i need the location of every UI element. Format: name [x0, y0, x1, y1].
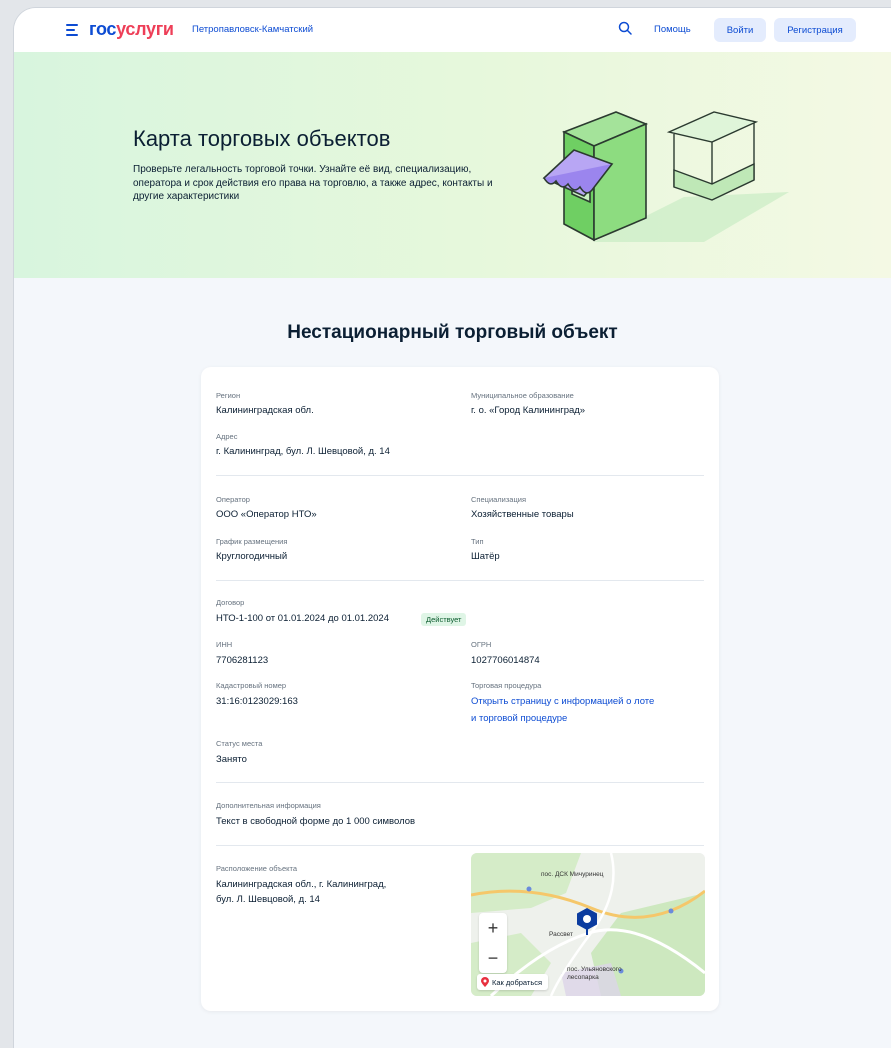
login-button[interactable]: Войти: [714, 18, 766, 42]
operator-value: ООО «Оператор НТО»: [216, 509, 317, 520]
divider: [216, 845, 704, 846]
site-header: госуслуги Петропавловск-Камчатский Помощ…: [14, 8, 891, 53]
contract-status-badge: Действует: [421, 613, 467, 626]
route-label: Как добраться: [492, 977, 543, 987]
specialization-value: Хозяйственные товары: [471, 509, 574, 520]
logo-part-2: услуги: [116, 19, 174, 39]
type-value: Шатёр: [471, 551, 500, 562]
register-button[interactable]: Регистрация: [774, 18, 856, 42]
ogrn-value: 1027706014874: [471, 655, 540, 666]
cadastral-label: Кадастровый номер: [216, 681, 287, 690]
map-marker-icon: [481, 977, 489, 987]
contract-label: Договор: [216, 598, 245, 607]
zoom-in-button[interactable]: +: [479, 913, 507, 943]
location-value-line2: бул. Л. Шевцовой, д. 14: [216, 894, 320, 905]
route-button[interactable]: Как добраться: [477, 974, 549, 990]
type-label: Тип: [471, 537, 484, 546]
divider: [216, 782, 704, 783]
ogrn-label: ОГРН: [471, 640, 492, 649]
hero-description: Проверьте легальность торговой точки. Уз…: [133, 164, 493, 202]
page-title: Нестационарный торговый объект: [287, 322, 618, 343]
logo-part-1: гос: [89, 19, 117, 39]
region-value: Калининградская обл.: [216, 405, 314, 416]
city-selector[interactable]: Петропавловск-Камчатский: [192, 24, 313, 35]
procedure-link-line1[interactable]: Открыть страницу с информацией о лоте: [471, 694, 654, 709]
kiosk-illustration: [542, 111, 789, 242]
search-icon[interactable]: [618, 21, 632, 35]
region-label: Регион: [216, 391, 241, 400]
object-info-card: Регион Калининградская обл. Муниципально…: [201, 367, 719, 1011]
hero-banner: Карта торговых объектов Проверьте легаль…: [14, 52, 891, 278]
municipality-label: Муниципальное образование: [471, 391, 574, 400]
address-value: г. Калининград, бул. Л. Шевцовой, д. 14: [216, 446, 390, 457]
schedule-label: График размещения: [216, 537, 288, 546]
map-zoom-control: + −: [479, 913, 507, 973]
operator-label: Оператор: [216, 495, 250, 504]
extra-info-label: Дополнительная информация: [216, 801, 321, 810]
gosuslugi-logo[interactable]: госуслуги: [89, 19, 174, 40]
browser-page: госуслуги Петропавловск-Камчатский Помощ…: [14, 8, 891, 1048]
map-label: пос. Ульяновского лесопарка: [567, 966, 622, 981]
address-label: Адрес: [216, 432, 238, 441]
location-map[interactable]: пос. ДСК Мичуринец Рассвет пос. Ульяновс…: [471, 853, 705, 996]
hero-title: Карта торговых объектов: [133, 126, 391, 151]
divider: [216, 475, 704, 476]
divider: [216, 580, 704, 581]
inn-value: 7706281123: [216, 655, 269, 666]
location-label: Расположение объекта: [216, 864, 298, 873]
inn-label: ИНН: [216, 640, 233, 649]
cadastral-value: 31:16:0123029:163: [216, 696, 298, 707]
specialization-label: Специализация: [471, 495, 527, 504]
help-link[interactable]: Помощь: [654, 24, 691, 35]
location-pin-icon[interactable]: [575, 907, 599, 937]
extra-info-value: Текст в свободной форме до 1 000 символо…: [216, 816, 416, 827]
procedure-label: Торговая процедура: [471, 681, 542, 690]
menu-icon[interactable]: [66, 24, 78, 36]
location-value-line1: Калининградская обл., г. Калининград,: [216, 879, 387, 890]
schedule-value: Круглогодичный: [216, 551, 288, 562]
municipality-value: г. о. «Город Калининград»: [471, 405, 586, 416]
map-label: Рассвет: [549, 931, 573, 938]
place-status-label: Статус места: [216, 739, 263, 748]
map-label: пос. ДСК Мичуринец: [541, 871, 604, 878]
procedure-link-line2[interactable]: и торговой процедуре: [471, 711, 567, 726]
zoom-out-button[interactable]: −: [479, 943, 507, 973]
contract-value: НТО-1-100 от 01.01.2024 до 01.01.2024: [216, 613, 389, 624]
place-status-value: Занято: [216, 754, 247, 765]
